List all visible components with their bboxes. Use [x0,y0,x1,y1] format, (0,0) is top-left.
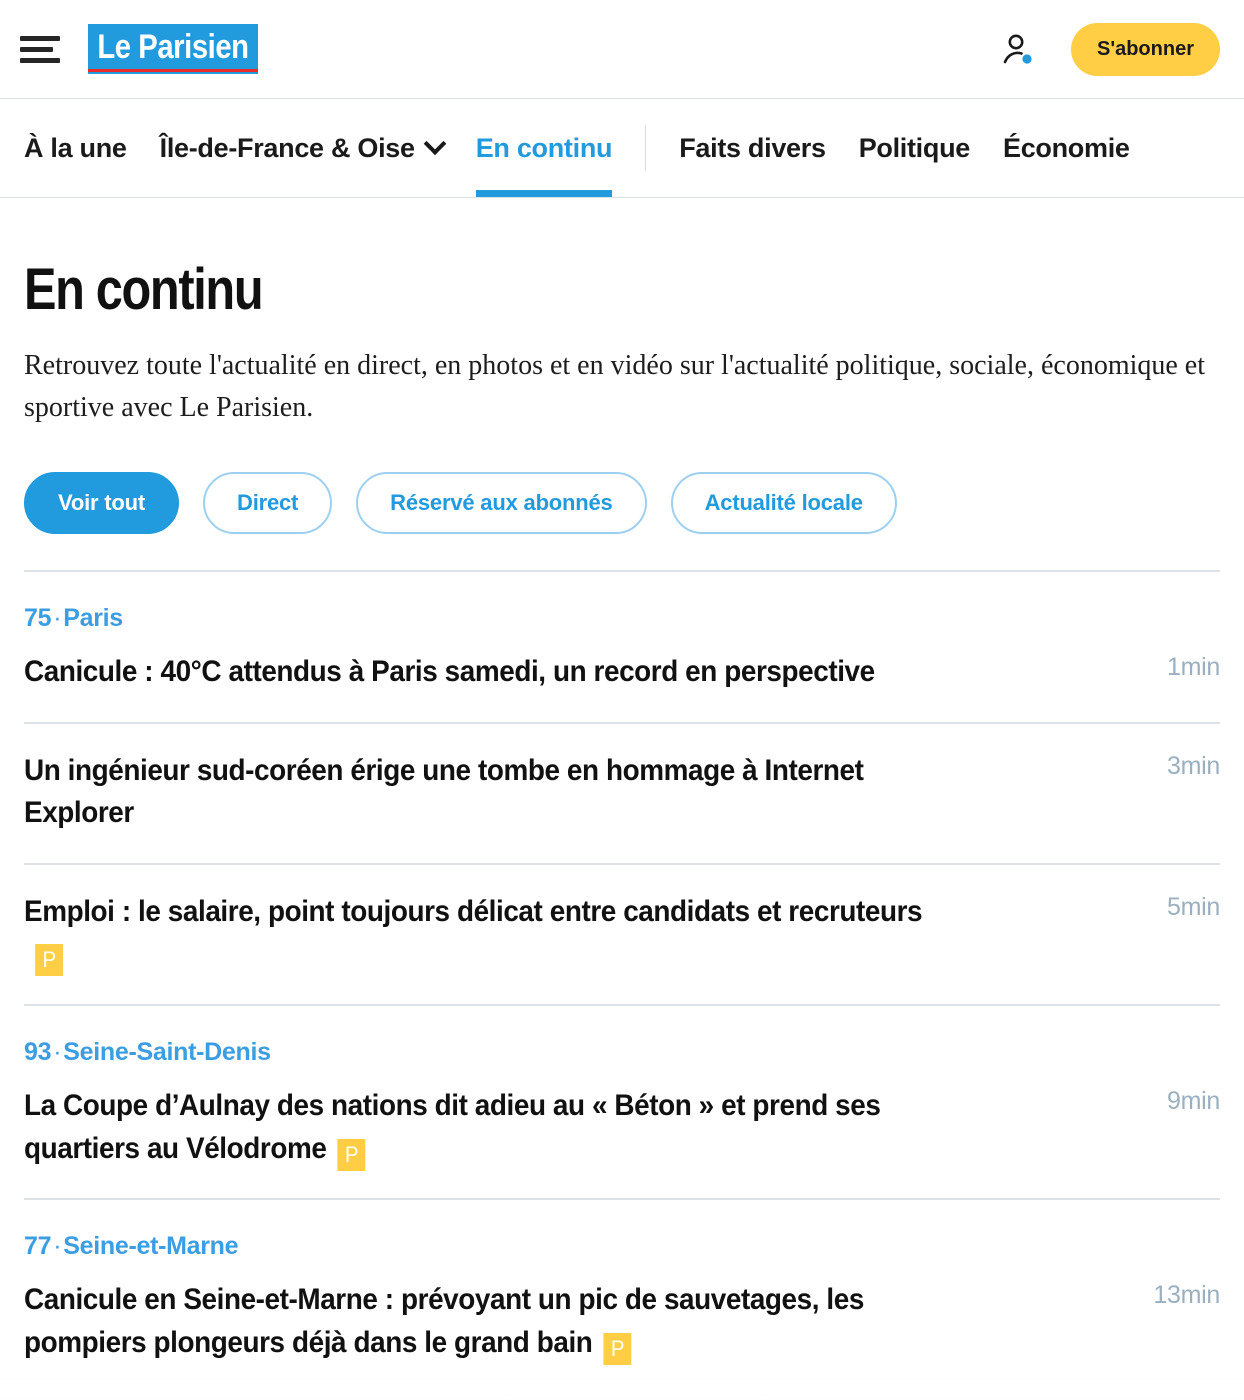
article-read-time: 5min [1167,892,1220,921]
filter-pill-direct[interactable]: Direct [203,471,333,534]
page-title: En continu [24,257,264,322]
department-code: 93 [24,1037,52,1066]
premium-badge: P [603,1332,632,1365]
nav-item-label: À la une [24,132,127,163]
article-read-time: 9min [1167,1086,1220,1115]
article-title-text: Emploi : le salaire, point toujours déli… [24,894,923,928]
department-separator: · [53,603,62,632]
department-name: Seine-et-Marne [63,1232,239,1261]
filter-pill-reserve-aux-abonnes[interactable]: Réservé aux abonnés [356,471,647,534]
nav-item-en-continu[interactable]: En continu [475,99,613,197]
article-title: La Coupe d’Aulnay des nations dit adieu … [24,1085,954,1171]
article-title-text: Canicule en Seine-et-Marne : prévoyant u… [24,1283,864,1359]
page-description: Retrouvez toute l'actualité en direct, e… [24,349,1206,424]
article-read-time: 3min [1167,751,1220,780]
article-read-time: 13min [1153,1281,1220,1310]
article-row[interactable]: Un ingénieur sud-coréen érige une tombe … [24,724,1220,863]
nav-item-label: Politique [858,132,971,163]
list-divider [24,569,1220,572]
article-title-text: Canicule : 40°C attendus à Paris samedi,… [24,654,875,688]
filter-pill-voir-tout[interactable]: Voir tout [24,471,179,534]
nav-item-ile-de-france-oise[interactable]: Île-de-France & Oise [159,99,447,197]
site-header: Le Parisien S'abonner [0,0,1244,99]
article-row[interactable]: Canicule : 40°C attendus à Paris samedi,… [24,633,1220,722]
nav-item-label: Faits divers [679,132,826,163]
article-row[interactable]: Emploi : le salaire, point toujours déli… [24,865,1220,1004]
department-separator: · [53,1232,62,1261]
nav-item-politique[interactable]: Politique [858,99,971,197]
department-name: Paris [63,603,123,632]
category-nav: À la une Île-de-France & Oise En continu… [0,99,1244,198]
subscribe-button[interactable]: S'abonner [1071,22,1220,76]
article-title-text: La Coupe d’Aulnay des nations dit adieu … [24,1088,881,1165]
site-logo-text: Le Parisien [97,28,249,66]
department-label-77[interactable]: 77·Seine-et-Marne [24,1232,239,1261]
article-list: 75·Paris Canicule : 40°C attendus à Pari… [24,569,1220,1392]
department-code: 75 [24,603,52,632]
chevron-down-icon [423,132,447,156]
nav-divider [645,125,647,171]
department-label-93[interactable]: 93·Seine-Saint-Denis [24,1038,271,1067]
list-divider [24,1003,1220,1006]
nav-item-faits-divers[interactable]: Faits divers [679,99,826,197]
account-person-icon[interactable] [1001,32,1035,66]
main-content: En continu Retrouvez toute l'actualité e… [0,257,1244,1392]
nav-item-economie[interactable]: Économie [1003,99,1130,197]
list-divider [24,1198,1220,1201]
nav-item-label: Île-de-France & Oise [159,132,415,163]
hamburger-bar-3 [20,57,60,63]
filter-pill-group: Voir tout Direct Réservé aux abonnés Act… [24,471,1220,534]
department-name: Seine-Saint-Denis [63,1037,271,1066]
article-title: Canicule en Seine-et-Marne : prévoyant u… [24,1279,954,1365]
nav-item-a-la-une[interactable]: À la une [24,99,127,197]
article-title: Un ingénieur sud-coréen érige une tombe … [24,750,954,835]
header-actions: S'abonner [1001,22,1220,76]
nav-item-label: En continu [475,132,613,163]
department-code: 77 [24,1232,52,1261]
premium-badge: P [337,1138,366,1171]
article-row[interactable]: Canicule en Seine-et-Marne : prévoyant u… [24,1261,1220,1392]
hamburger-bar-2 [20,46,53,52]
nav-item-label: Économie [1003,132,1130,163]
site-logo[interactable]: Le Parisien [88,24,258,74]
department-label-75[interactable]: 75·Paris [24,604,123,633]
hamburger-bar-1 [20,35,60,41]
article-title: Emploi : le salaire, point toujours déli… [24,891,954,977]
article-read-time: 1min [1167,652,1220,681]
logo-red-rule [88,69,258,72]
article-title: Canicule : 40°C attendus à Paris samedi,… [24,651,954,694]
category-nav-list: À la une Île-de-France & Oise En continu… [0,99,1244,197]
filter-pill-actualite-locale[interactable]: Actualité locale [670,471,897,534]
article-title-text: Un ingénieur sud-coréen érige une tombe … [24,753,864,830]
department-separator: · [53,1037,62,1066]
article-row[interactable]: La Coupe d’Aulnay des nations dit adieu … [24,1067,1220,1198]
hamburger-menu-icon[interactable] [20,29,60,69]
premium-badge: P [35,944,64,977]
